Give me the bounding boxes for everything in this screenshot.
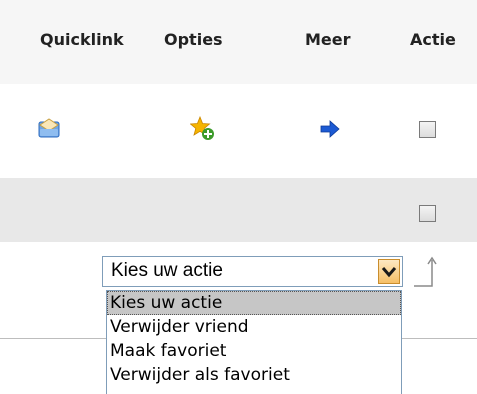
column-header-opties: Opties xyxy=(164,30,223,49)
envelope-icon[interactable] xyxy=(38,117,60,139)
action-select-value: Kies uw actie xyxy=(111,260,223,281)
arrow-right-icon[interactable] xyxy=(320,120,340,138)
dropdown-option-verwijder-vriend[interactable]: Verwijder vriend xyxy=(107,315,401,339)
chevron-down-icon xyxy=(381,267,397,278)
action-dropdown-list: Kies uw actie Verwijder vriend Maak favo… xyxy=(106,290,402,394)
star-add-icon[interactable] xyxy=(190,116,216,142)
row-select-checkbox[interactable] xyxy=(419,205,436,222)
table-header-row: Quicklink Opties Meer Actie xyxy=(0,0,477,84)
row-select-checkbox[interactable] xyxy=(419,121,436,138)
dropdown-option-maak-favoriet[interactable]: Maak favoriet xyxy=(107,339,401,363)
column-header-actie: Actie xyxy=(410,30,456,49)
action-select-toggle[interactable] xyxy=(378,259,400,284)
action-select[interactable]: Kies uw actie xyxy=(102,256,403,287)
dropdown-option-verwijder-als-favoriet[interactable]: Verwijder als favoriet xyxy=(107,363,401,387)
column-header-quicklink: Quicklink xyxy=(40,30,124,49)
table-row xyxy=(0,84,477,178)
friends-table: Quicklink Opties Meer Actie Kies uw acti… xyxy=(0,0,477,394)
return-arrow-icon[interactable] xyxy=(412,254,442,290)
column-header-meer: Meer xyxy=(305,30,351,49)
footer-divider xyxy=(402,338,477,339)
table-row xyxy=(0,178,477,242)
dropdown-option-kies-uw-actie[interactable]: Kies uw actie xyxy=(107,291,401,315)
footer-divider xyxy=(0,338,106,339)
